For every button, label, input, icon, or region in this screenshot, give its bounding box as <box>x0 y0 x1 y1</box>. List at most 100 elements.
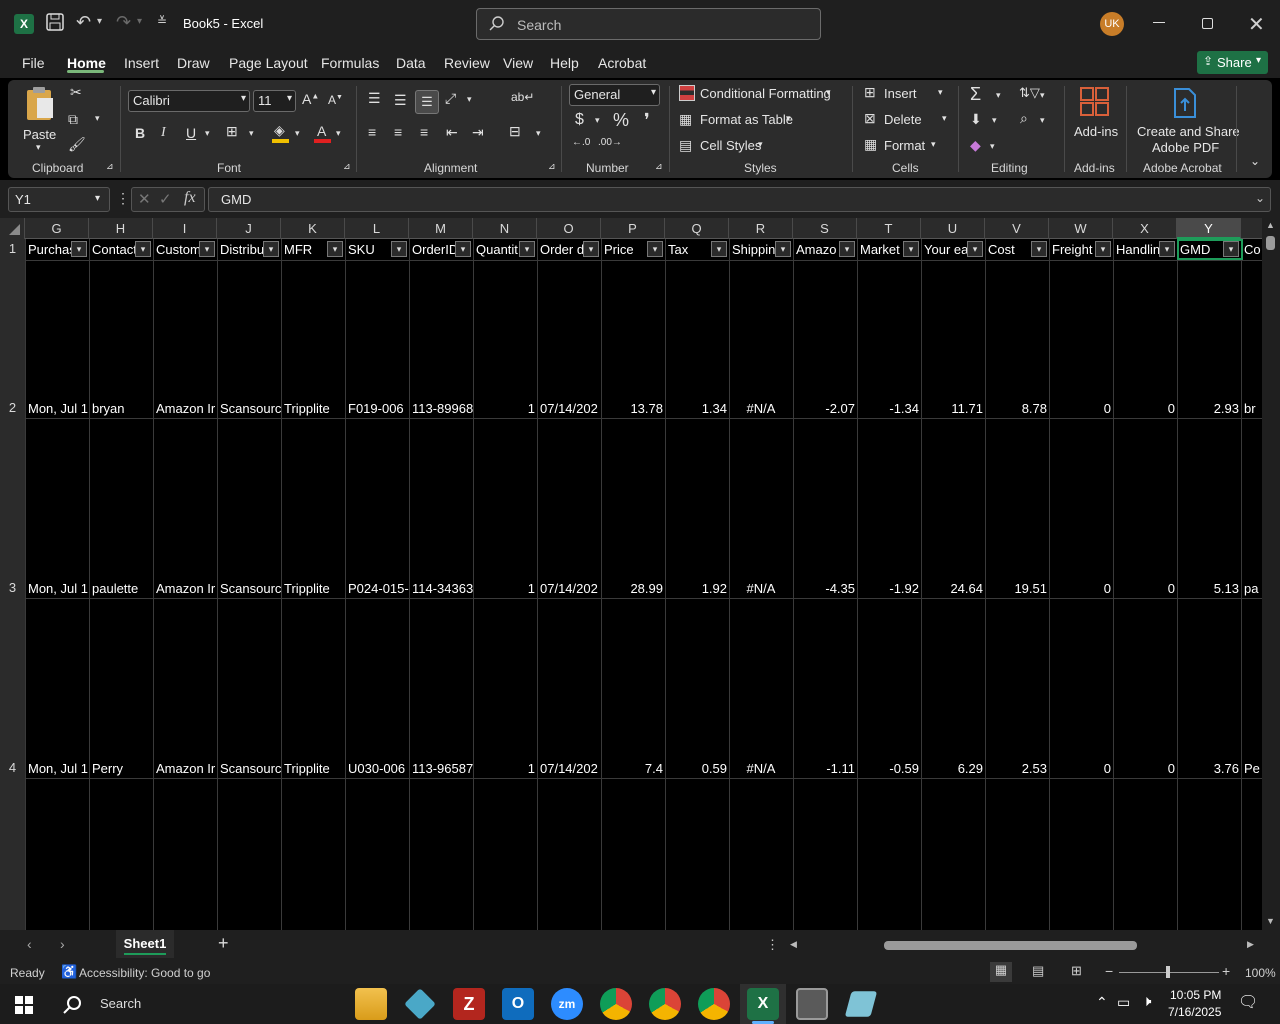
tab-data[interactable]: Data <box>396 55 426 71</box>
tab-page-layout[interactable]: Page Layout <box>229 55 308 71</box>
dialog-launcher-icon[interactable]: ⊿ <box>343 161 351 172</box>
tab-draw[interactable]: Draw <box>177 55 210 71</box>
calculator-icon[interactable] <box>796 988 828 1020</box>
scroll-right-icon[interactable]: ▶ <box>1247 939 1254 950</box>
tab-home[interactable]: Home <box>67 55 106 71</box>
column-header-l[interactable]: L <box>345 218 409 239</box>
avatar[interactable]: UK <box>1100 12 1124 36</box>
table-cell[interactable]: br <box>1244 400 1262 418</box>
orientation-dropdown-icon[interactable]: ▾ <box>467 94 472 105</box>
merge-dropdown-icon[interactable]: ▾ <box>536 128 541 139</box>
table-cell[interactable]: 1 <box>473 400 535 418</box>
fill-dropdown-icon[interactable]: ▾ <box>992 115 997 126</box>
header-cell[interactable]: Cost <box>985 240 1031 259</box>
table-cell[interactable]: -1.34 <box>857 400 919 418</box>
table-cell[interactable]: Pe <box>1244 760 1262 778</box>
add-sheet-icon[interactable]: + <box>218 933 229 954</box>
page-layout-view-icon[interactable]: ▤ <box>1032 963 1044 979</box>
table-cell[interactable]: 6.29 <box>921 760 983 778</box>
currency-icon[interactable]: $ <box>575 111 584 129</box>
vertical-scrollbar[interactable]: ▲ ▼ <box>1262 218 1280 930</box>
table-cell[interactable]: Scansourc <box>220 400 281 418</box>
accessibility-status[interactable]: Accessibility: Good to go <box>79 966 210 980</box>
column-header-s[interactable]: S <box>793 218 857 239</box>
table-cell[interactable]: 8.78 <box>985 400 1047 418</box>
font-name-select[interactable]: Calibri ▾ <box>128 90 250 112</box>
fill-icon[interactable]: ⬇ <box>970 111 982 128</box>
header-cell[interactable]: Your ea <box>921 240 967 259</box>
zoom-slider[interactable] <box>1119 966 1219 978</box>
share-button[interactable]: ⇪ Share ▾ <box>1197 51 1268 74</box>
filter-dropdown-icon[interactable]: ▾ <box>1159 241 1175 257</box>
column-header-g[interactable]: G <box>25 218 89 239</box>
horizontal-scroll-thumb[interactable] <box>884 941 1137 950</box>
filter-dropdown-icon[interactable]: ▾ <box>327 241 343 257</box>
table-cell[interactable]: 24.64 <box>921 580 983 598</box>
chrome-icon-3[interactable] <box>698 988 730 1020</box>
undo-icon[interactable]: ↶ <box>76 12 91 33</box>
header-cell[interactable]: Amazo <box>793 240 839 259</box>
table-cell[interactable]: P024-015- <box>348 580 409 598</box>
table-cell[interactable]: Scansourc <box>220 760 281 778</box>
header-cell[interactable]: Shippin <box>729 240 775 259</box>
table-cell[interactable]: 0 <box>1113 400 1175 418</box>
table-cell[interactable]: 2.53 <box>985 760 1047 778</box>
decrease-indent-icon[interactable]: ⇤ <box>446 124 458 141</box>
fill-color-icon[interactable]: ◈ <box>272 122 290 143</box>
underline-icon[interactable]: U <box>186 125 196 141</box>
tab-review[interactable]: Review <box>444 55 490 71</box>
table-cell[interactable]: F019-006 <box>348 400 409 418</box>
column-header-x[interactable]: X <box>1113 218 1177 239</box>
font-color-dropdown-icon[interactable]: ▾ <box>336 128 341 139</box>
filter-dropdown-icon[interactable]: ▾ <box>1031 241 1047 257</box>
font-color-icon[interactable]: A <box>314 123 332 143</box>
filter-dropdown-icon[interactable]: ▾ <box>391 241 407 257</box>
align-right-icon[interactable]: ≡ <box>420 124 428 140</box>
close-icon[interactable]: ✕ <box>1248 12 1265 37</box>
table-cell[interactable]: -1.92 <box>857 580 919 598</box>
increase-font-icon[interactable]: A▲ <box>302 91 319 107</box>
column-header-n[interactable]: N <box>473 218 537 239</box>
align-middle-icon[interactable]: ☰ <box>394 92 407 109</box>
align-top-icon[interactable]: ☰ <box>368 90 381 107</box>
header-cell[interactable]: Contact <box>89 240 135 259</box>
table-cell[interactable]: #N/A <box>729 400 793 418</box>
table-cell[interactable]: -2.07 <box>793 400 855 418</box>
show-hidden-icons-icon[interactable]: ⌃ <box>1096 994 1108 1011</box>
table-cell[interactable]: 07/14/202 <box>540 580 601 598</box>
table-cell[interactable]: 0 <box>1049 760 1111 778</box>
tab-insert[interactable]: Insert <box>124 55 159 71</box>
autosum-dropdown-icon[interactable]: ▾ <box>996 90 1001 101</box>
table-cell[interactable]: 11.71 <box>921 400 983 418</box>
table-cell[interactable]: 7.4 <box>601 760 663 778</box>
table-cell[interactable]: 19.51 <box>985 580 1047 598</box>
header-cell[interactable]: MFR <box>281 240 327 259</box>
table-cell[interactable]: 1 <box>473 760 535 778</box>
collapse-ribbon-icon[interactable]: ⌄ <box>1250 154 1260 168</box>
header-cell[interactable]: Co <box>1241 240 1261 259</box>
clear-icon[interactable]: ◆ <box>970 137 981 154</box>
filter-dropdown-icon[interactable]: ▾ <box>199 241 215 257</box>
table-cell[interactable]: Perry <box>92 760 153 778</box>
table-cell[interactable]: 28.99 <box>601 580 663 598</box>
table-cell[interactable]: 0 <box>1113 580 1175 598</box>
filter-dropdown-icon[interactable]: ▾ <box>967 241 983 257</box>
clear-dropdown-icon[interactable]: ▾ <box>990 141 995 152</box>
zoom-level[interactable]: 100% <box>1245 966 1276 980</box>
windows-start-icon[interactable] <box>15 996 33 1014</box>
find-select-dropdown-icon[interactable]: ▾ <box>1040 115 1045 126</box>
file-explorer-icon[interactable] <box>355 988 387 1020</box>
header-cell[interactable]: Tax <box>665 240 711 259</box>
increase-decimal-icon[interactable]: ←.0 <box>572 137 590 148</box>
borders-dropdown-icon[interactable]: ▾ <box>249 128 254 139</box>
bold-icon[interactable]: B <box>135 125 145 141</box>
customize-toolbar-icon[interactable]: ≚ <box>157 14 167 28</box>
taskbar-search[interactable]: Search <box>50 988 340 1020</box>
app-icon-teal[interactable] <box>844 991 878 1017</box>
percent-icon[interactable]: % <box>613 110 629 131</box>
sort-filter-dropdown-icon[interactable]: ▾ <box>1040 90 1045 101</box>
column-header-v[interactable]: V <box>985 218 1049 239</box>
filter-dropdown-icon[interactable]: ▾ <box>71 241 87 257</box>
column-header-p[interactable]: P <box>601 218 665 239</box>
header-cell[interactable]: Purchas <box>25 240 71 259</box>
